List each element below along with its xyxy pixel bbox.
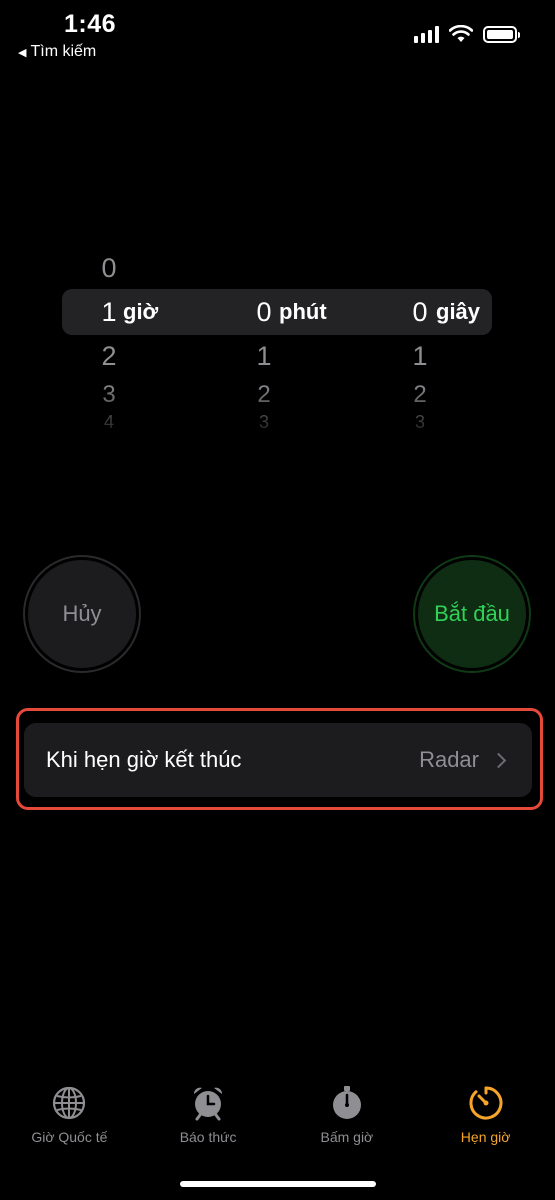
alarm-clock-icon <box>190 1085 226 1121</box>
ending-value-group: Radar <box>419 747 510 773</box>
tab-stopwatch[interactable]: Bấm giờ <box>278 1085 417 1155</box>
hours-above-value: 0 <box>101 253 117 283</box>
timer-icon <box>468 1085 504 1121</box>
when-timer-ends-row[interactable]: Khi hẹn giờ kết thúc Radar <box>24 723 532 797</box>
tab-label: Hẹn giờ <box>460 1129 511 1145</box>
hours-below-value: 4 <box>103 412 114 432</box>
cancel-button-label: Hủy <box>28 560 136 668</box>
hours-below-value: 2 <box>101 341 117 371</box>
tab-alarm[interactable]: Báo thức <box>139 1085 278 1155</box>
minutes-below-value: 3 <box>258 412 269 432</box>
home-indicator[interactable] <box>180 1181 376 1187</box>
minutes-unit-label: phút <box>279 299 327 324</box>
back-link-label: Tìm kiếm <box>30 43 97 60</box>
hours-unit-label: giờ <box>123 299 159 324</box>
tab-label: Báo thức <box>179 1129 237 1145</box>
chevron-right-icon <box>490 752 507 768</box>
back-link[interactable]: ◀ Tìm kiếm <box>18 43 96 61</box>
timer-picker[interactable]: 0 1 giờ 2 3 4 0 phút 1 2 3 0 giây 1 2 3 <box>0 240 555 450</box>
status-icons <box>414 25 520 43</box>
start-button[interactable]: Bắt đầu <box>413 555 531 673</box>
globe-icon <box>51 1085 87 1121</box>
minutes-below-value: 2 <box>257 381 271 408</box>
seconds-selected-value: 0 <box>412 297 428 327</box>
hours-below-value: 3 <box>102 381 116 408</box>
seconds-below-value: 1 <box>412 341 428 371</box>
seconds-unit-label: giây <box>436 299 481 324</box>
seconds-below-value: 3 <box>414 412 425 432</box>
start-button-label: Bắt đầu <box>418 560 526 668</box>
tab-label: Bấm giờ <box>320 1129 374 1145</box>
battery-icon <box>483 25 520 43</box>
signal-icon <box>414 25 439 43</box>
back-triangle-icon: ◀ <box>18 46 27 59</box>
ending-sound-value: Radar <box>419 747 479 772</box>
minutes-below-value: 1 <box>256 341 272 371</box>
status-time: 1:46 <box>64 10 117 38</box>
wifi-icon <box>449 25 473 42</box>
minutes-selected-value: 0 <box>256 297 272 327</box>
when-timer-ends-label: Khi hẹn giờ kết thúc <box>46 747 242 772</box>
hours-selected-value: 1 <box>101 297 117 327</box>
tab-bar: Giờ Quốc tế Báo thức Bấm giờ Hẹn giờ <box>0 1085 555 1155</box>
tab-label: Giờ Quốc tế <box>31 1129 108 1145</box>
tab-timer[interactable]: Hẹn giờ <box>416 1085 555 1155</box>
stopwatch-icon <box>329 1085 365 1121</box>
seconds-below-value: 2 <box>413 381 427 408</box>
tab-world-clock[interactable]: Giờ Quốc tế <box>0 1085 139 1155</box>
cancel-button[interactable]: Hủy <box>23 555 141 673</box>
